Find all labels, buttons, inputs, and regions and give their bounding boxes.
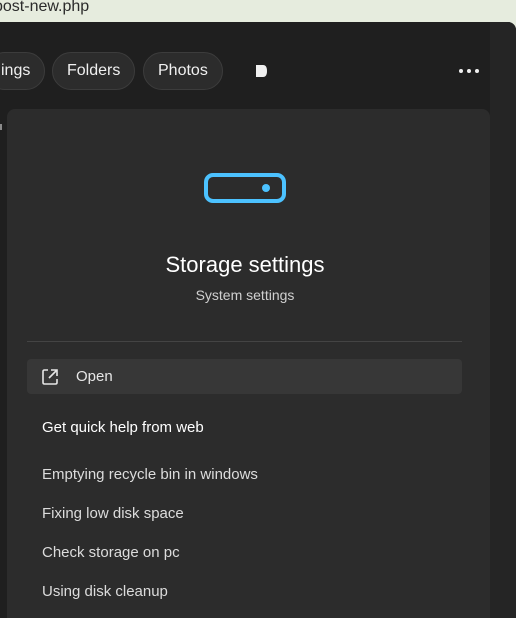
result-preview-card: Storage settings System settings Open Ge…: [7, 109, 490, 618]
filter-photos[interactable]: Photos: [143, 52, 223, 90]
open-external-icon: [42, 369, 58, 385]
storage-drive-icon: [204, 173, 286, 203]
result-subtitle: System settings: [195, 287, 295, 303]
filter-folders[interactable]: Folders: [52, 52, 136, 90]
more-options-icon[interactable]: [458, 64, 480, 78]
divider: [27, 341, 462, 342]
help-link-disk-cleanup[interactable]: Using disk cleanup: [42, 583, 168, 600]
help-link-check-storage[interactable]: Check storage on pc: [42, 544, 180, 561]
address-url-text: post-new.php: [0, 0, 90, 15]
filter-settings[interactable]: ings: [0, 52, 46, 90]
open-button[interactable]: Open: [27, 359, 462, 394]
help-link-recycle-bin[interactable]: Emptying recycle bin in windows: [42, 466, 258, 483]
help-link-low-disk-space[interactable]: Fixing low disk space: [42, 505, 184, 522]
open-label: Open: [76, 368, 113, 385]
result-title: Storage settings: [165, 252, 325, 277]
left-edge-marker: [0, 124, 2, 130]
scrollbar-track[interactable]: [490, 22, 516, 618]
help-heading: Get quick help from web: [42, 419, 204, 436]
search-flyout: ings Folders Photos Storage settings Sys…: [0, 22, 516, 618]
address-bar[interactable]: post-new.php: [0, 0, 516, 22]
play-icon[interactable]: [254, 64, 268, 78]
